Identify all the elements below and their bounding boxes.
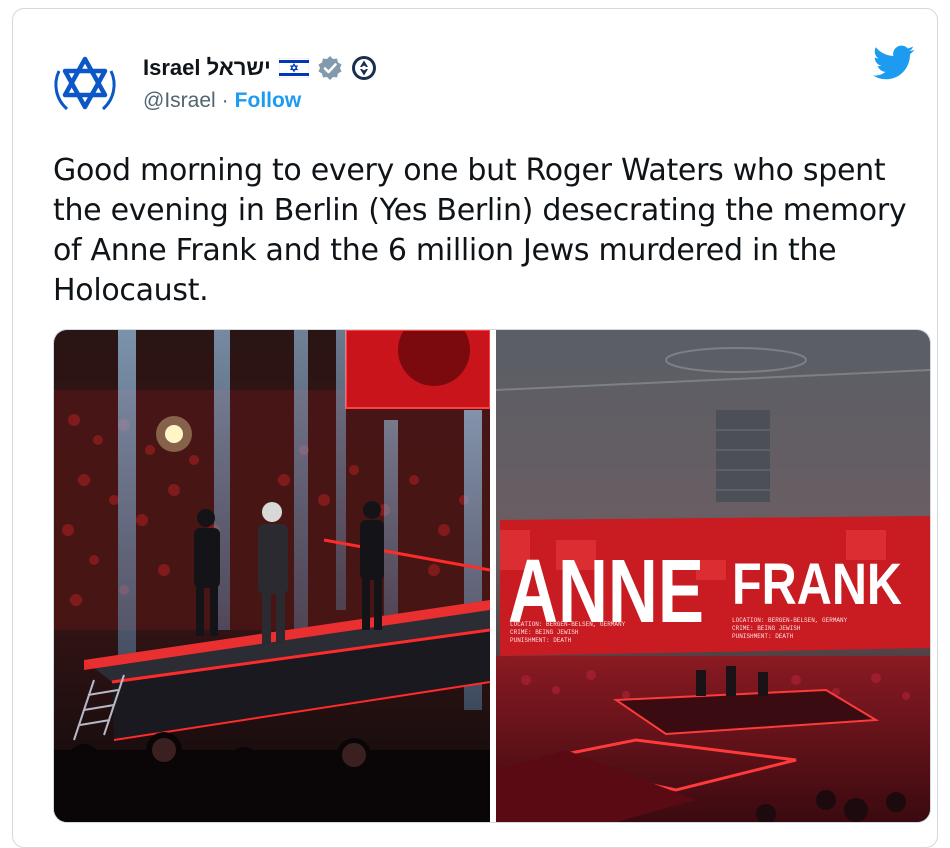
tweet-text: Good morning to every one but Roger Wate… — [53, 153, 907, 308]
avatar[interactable] — [47, 47, 123, 123]
separator-dot: · — [221, 89, 229, 112]
anne-frank-screen-photo[interactable]: ANNE FRANK LOCATION: BERGEN-BELSEN, GERM… — [496, 330, 930, 822]
follow-button[interactable]: Follow — [235, 89, 302, 113]
screen-word-frank: FRANK — [732, 552, 902, 617]
handle-row: @Israel · Follow — [143, 89, 301, 113]
tweet-card[interactable]: Israel ישראל @Israel · Follow Good morni… — [12, 8, 938, 848]
verified-badge-icon — [317, 55, 343, 81]
israel-flag-icon — [278, 57, 310, 79]
star-of-david-icon — [48, 48, 122, 122]
display-name[interactable]: Israel ישראל — [143, 55, 271, 81]
concert-stage-photo[interactable] — [54, 330, 490, 822]
government-seal-icon — [351, 55, 377, 81]
twitter-bird-icon[interactable] — [873, 45, 915, 81]
author-name-row[interactable]: Israel ישראל — [143, 51, 377, 85]
media-grid: ANNE FRANK LOCATION: BERGEN-BELSEN, GERM… — [53, 329, 931, 823]
user-handle[interactable]: @Israel — [143, 89, 216, 113]
